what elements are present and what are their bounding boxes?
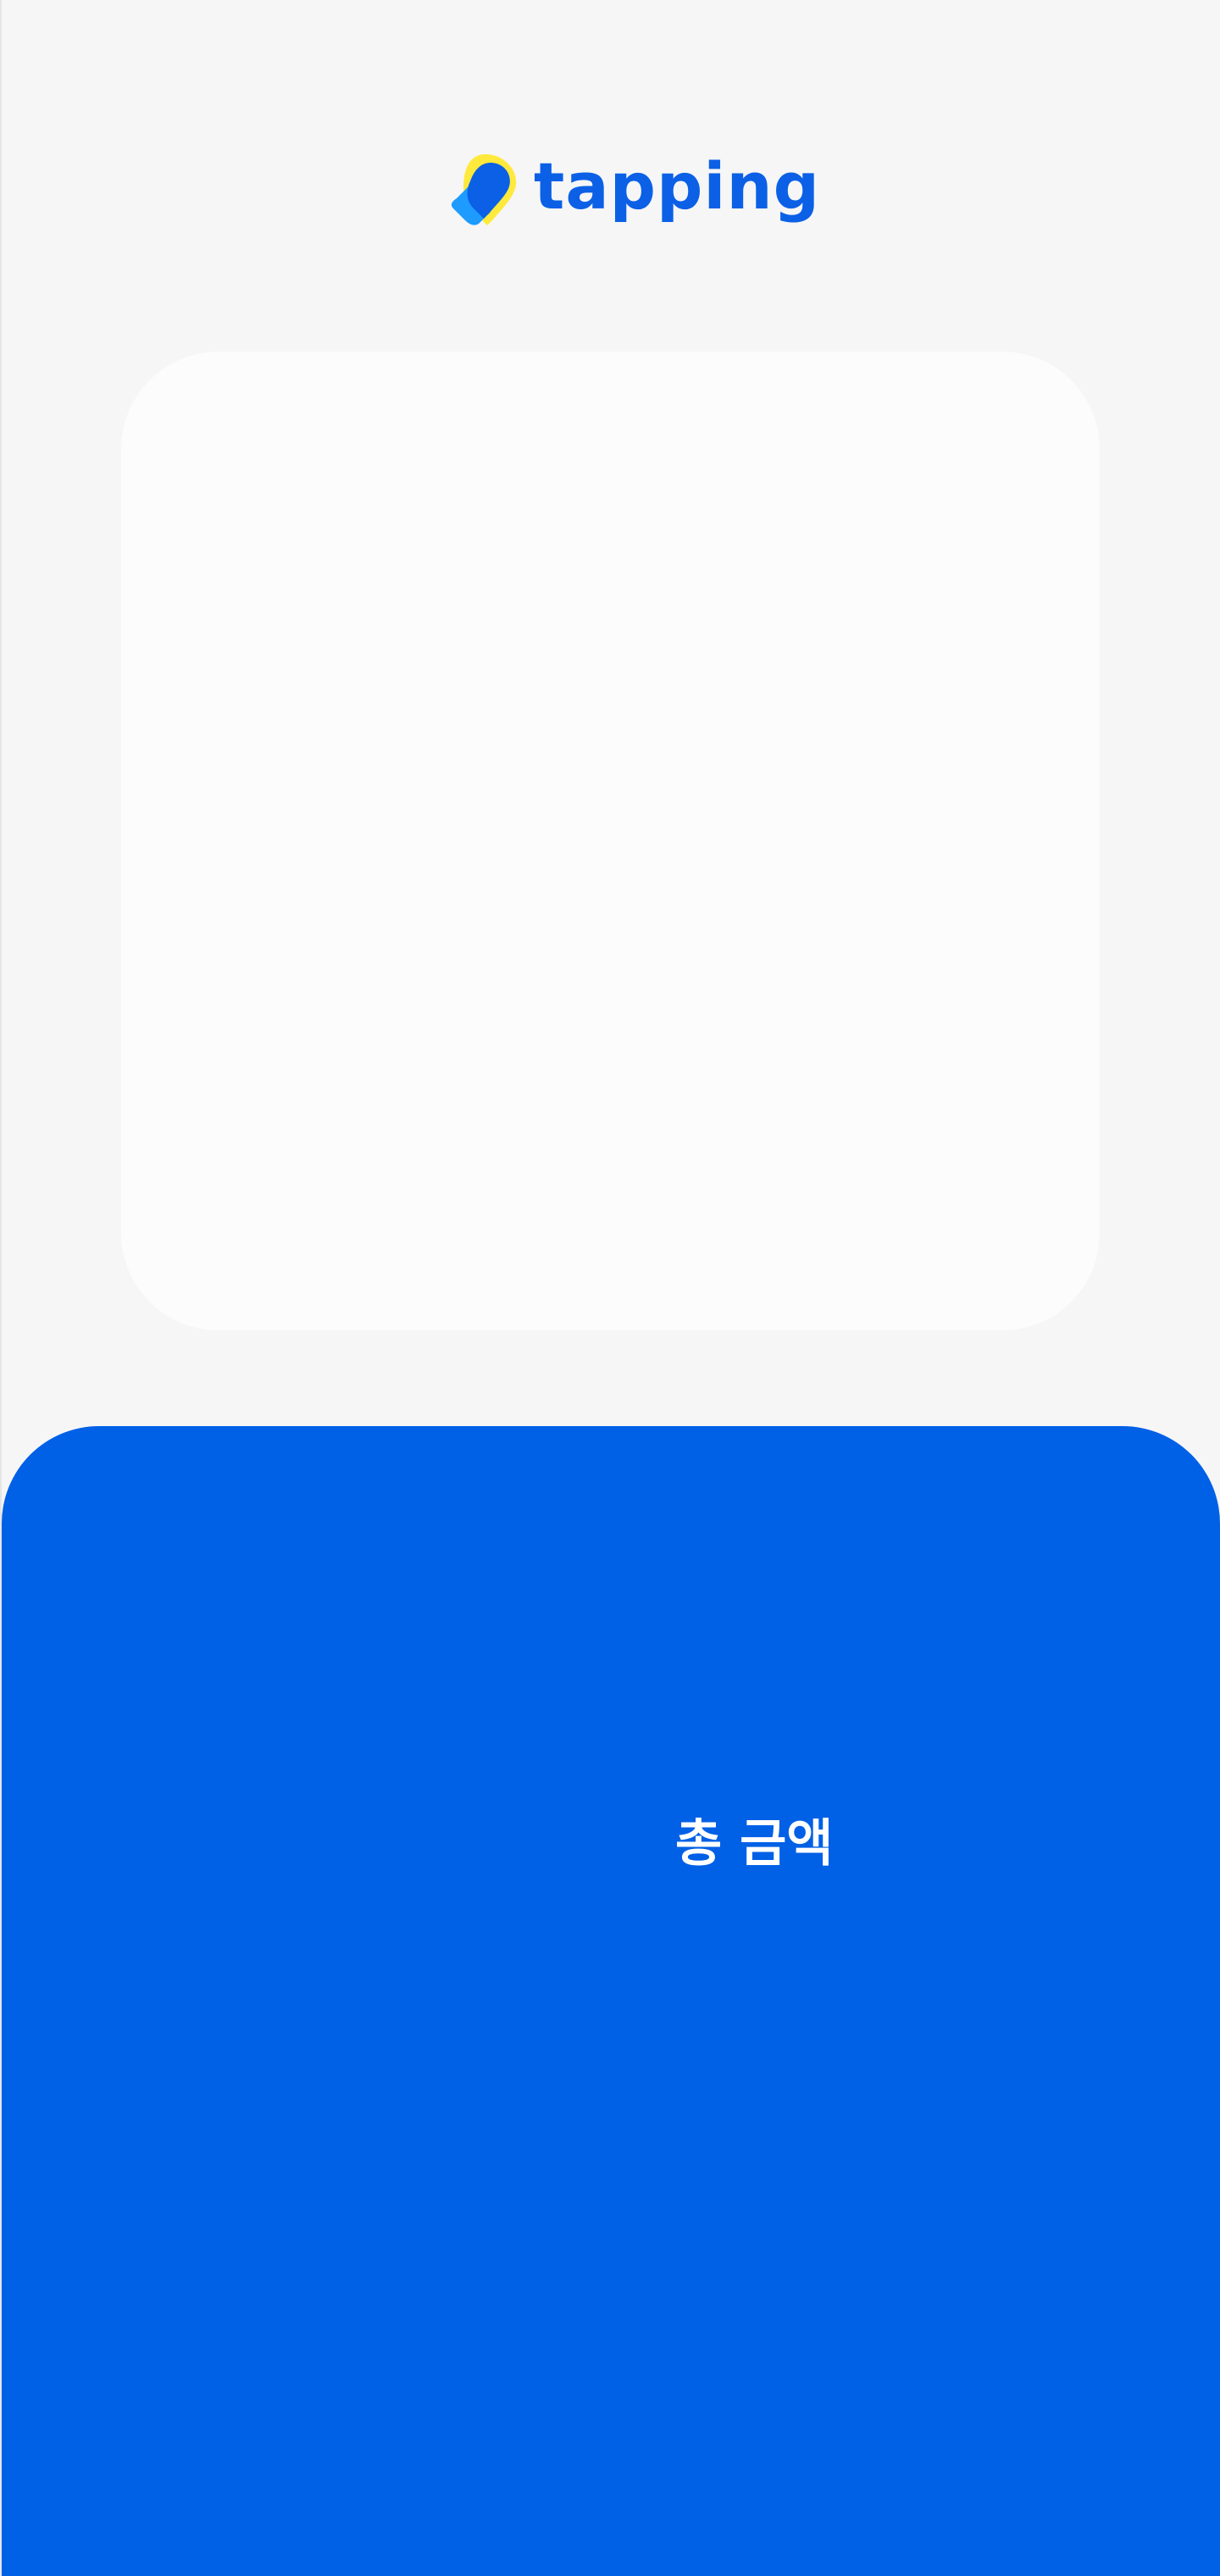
- total-amount-label: 총 금액: [675, 1814, 834, 1874]
- brand-wordmark: tapping: [534, 148, 820, 224]
- card-display-panel: [121, 352, 1100, 1330]
- payment-summary-sheet: [2, 1426, 1220, 2576]
- app-header: tapping: [0, 0, 1220, 254]
- brand-logo: tapping: [445, 151, 819, 229]
- tapping-pin-icon: [451, 154, 517, 225]
